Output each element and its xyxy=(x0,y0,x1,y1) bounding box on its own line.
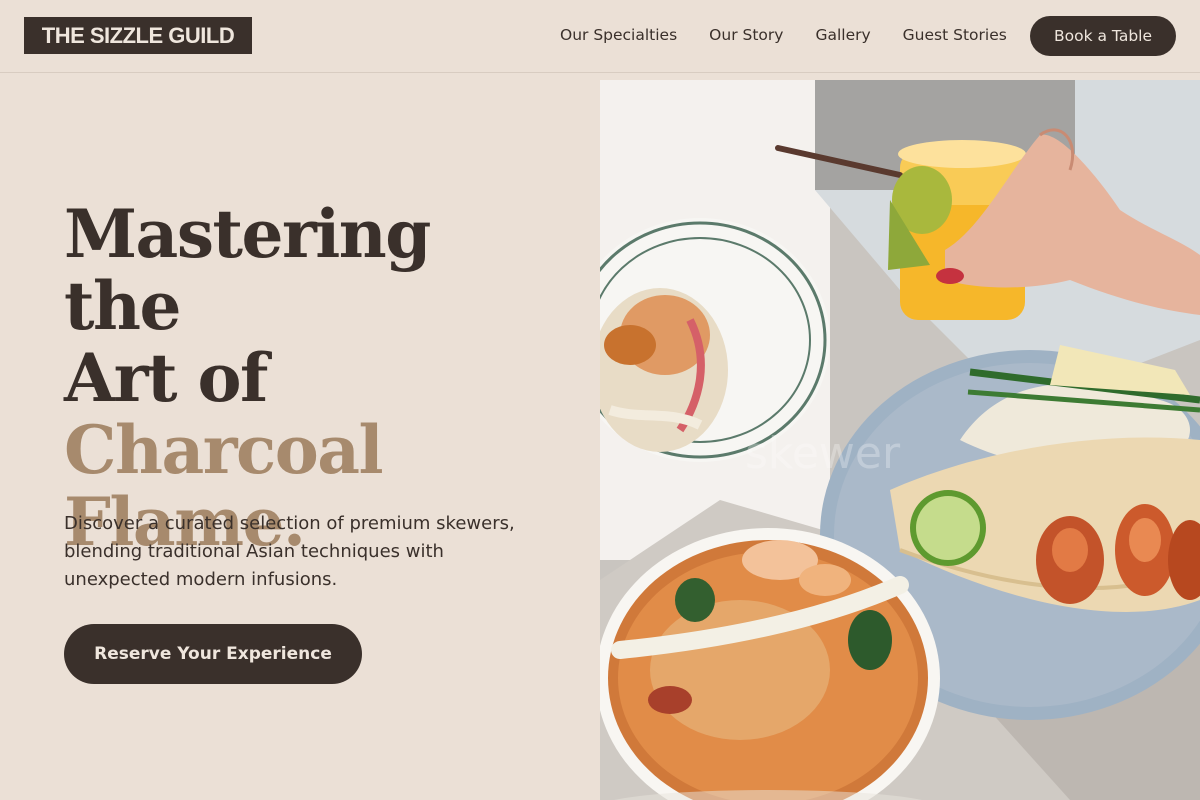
nav-links: Our Specialties Our Story Gallery Guest … xyxy=(560,26,1039,44)
hero-title-accent-line-1: Charcoal xyxy=(64,411,384,489)
hero-title: Mastering the Art of Charcoal Flame. xyxy=(64,198,564,558)
nav-link-guest-stories[interactable]: Guest Stories xyxy=(903,26,1007,44)
hero-title-line-2: Art of xyxy=(64,339,268,417)
hero-title-line-1: Mastering the xyxy=(64,195,431,345)
book-table-button[interactable]: Book a Table xyxy=(1030,16,1176,56)
hero-food-image: skewer xyxy=(600,80,1200,800)
hero-subtitle: Discover a curated selection of premium … xyxy=(64,513,515,590)
nav-link-our-specialties[interactable]: Our Specialties xyxy=(560,26,677,44)
nav-link-gallery[interactable]: Gallery xyxy=(815,26,870,44)
nav-link-our-story[interactable]: Our Story xyxy=(709,26,783,44)
brand-logo[interactable]: THE SIZZLE GUILD xyxy=(24,17,252,54)
top-navigation: THE SIZZLE GUILD Our Specialties Our Sto… xyxy=(0,0,1200,73)
reserve-experience-button[interactable]: Reserve Your Experience xyxy=(64,624,362,684)
image-watermark-text: skewer xyxy=(745,428,901,479)
